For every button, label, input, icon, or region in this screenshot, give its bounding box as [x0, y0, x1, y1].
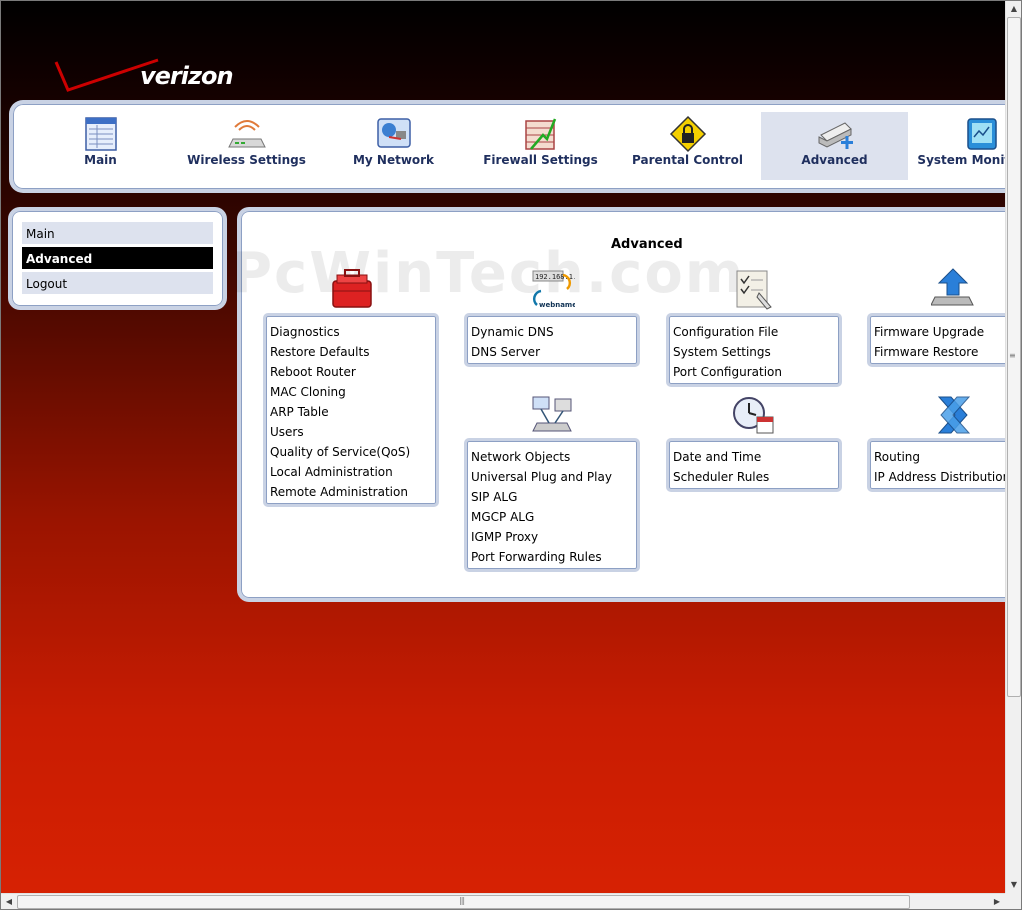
link-sip-alg[interactable]: SIP ALG: [471, 487, 633, 507]
nav-advanced[interactable]: Advanced: [761, 112, 908, 180]
link-port-configuration[interactable]: Port Configuration: [673, 362, 835, 382]
link-local-administration[interactable]: Local Administration: [270, 462, 432, 482]
page-title: Advanced: [611, 237, 683, 252]
firewall-icon: [524, 118, 556, 150]
link-remote-administration[interactable]: Remote Administration: [270, 482, 432, 502]
nav-main-label: Main: [84, 153, 117, 167]
link-arp-table[interactable]: ARP Table: [270, 402, 432, 422]
horizontal-grip-icon: |||: [459, 896, 465, 905]
firmware-upgrade-icon: [931, 268, 974, 306]
link-date-and-time[interactable]: Date and Time: [673, 447, 835, 467]
dns-icon-webname: webname: [539, 301, 575, 309]
nav-main[interactable]: Main: [27, 112, 174, 180]
group-maintenance: Diagnostics Restore Defaults Reboot Rout…: [263, 313, 439, 507]
link-firmware-restore[interactable]: Firmware Restore: [874, 342, 1022, 362]
link-ip-address-distribution[interactable]: IP Address Distribution: [874, 467, 1022, 487]
brand-name: verizon: [140, 62, 234, 90]
main-table-icon: [84, 117, 117, 151]
link-qos[interactable]: Quality of Service(QoS): [270, 442, 432, 462]
system-monitor-icon: [966, 118, 997, 150]
sidebar-item-advanced[interactable]: Advanced: [22, 247, 213, 269]
routing-icon: [937, 396, 971, 434]
dynamic-dns-icon: 192.168.1.1 webname: [532, 270, 575, 309]
date-time-clock-icon: [733, 397, 774, 434]
link-diagnostics[interactable]: Diagnostics: [270, 322, 432, 342]
link-system-settings[interactable]: System Settings: [673, 342, 835, 362]
network-objects-icon: [532, 396, 572, 432]
top-navigation: Main Wireless Settings My Network Firewa…: [9, 100, 1022, 193]
advanced-scanner-icon: [818, 122, 853, 149]
link-dns-server[interactable]: DNS Server: [471, 342, 633, 362]
group-dns: Dynamic DNS DNS Server: [464, 313, 640, 367]
nav-firewall-settings[interactable]: Firewall Settings: [467, 112, 614, 180]
advanced-panel: PcWinTech.com Advanced Diagnostics Resto…: [231, 207, 1022, 602]
link-configuration-file[interactable]: Configuration File: [673, 322, 835, 342]
vertical-scrollbar[interactable]: ▲ ≡ ▼: [1005, 1, 1021, 893]
link-scheduler-rules[interactable]: Scheduler Rules: [673, 467, 835, 487]
link-mgcp-alg[interactable]: MGCP ALG: [471, 507, 633, 527]
toolbox-icon: [332, 269, 372, 308]
group-routing: Routing IP Address Distribution: [867, 438, 1022, 492]
nav-firewall-label: Firewall Settings: [483, 153, 598, 167]
link-network-objects[interactable]: Network Objects: [471, 447, 633, 467]
group-date-time: Date and Time Scheduler Rules: [666, 438, 842, 492]
horizontal-scrollbar[interactable]: ◀ ||| ▶: [1, 893, 1005, 909]
scroll-down-arrow-icon[interactable]: ▼: [1006, 877, 1022, 893]
link-routing[interactable]: Routing: [874, 447, 1022, 467]
group-network: Network Objects Universal Plug and Play …: [464, 438, 640, 572]
nav-parental-control[interactable]: Parental Control: [614, 112, 761, 180]
sidebar-item-logout[interactable]: Logout: [22, 272, 213, 294]
scroll-up-arrow-icon[interactable]: ▲: [1006, 1, 1022, 17]
group-firmware: Firmware Upgrade Firmware Restore: [867, 313, 1022, 367]
nav-wireless-settings[interactable]: Wireless Settings: [173, 112, 320, 180]
nav-my-network-label: My Network: [352, 153, 435, 167]
link-restore-defaults[interactable]: Restore Defaults: [270, 342, 432, 362]
link-port-forwarding-rules[interactable]: Port Forwarding Rules: [471, 547, 633, 567]
sidebar-item-main[interactable]: Main: [22, 222, 213, 244]
nav-wireless-label: Wireless Settings: [187, 153, 306, 167]
nav-my-network[interactable]: My Network: [320, 112, 467, 180]
nav-parental-label: Parental Control: [632, 153, 743, 167]
verizon-logo: verizon: [54, 56, 238, 96]
link-igmp-proxy[interactable]: IGMP Proxy: [471, 527, 633, 547]
group-configuration: Configuration File System Settings Port …: [666, 313, 842, 387]
parental-lock-icon: [669, 115, 706, 153]
sidebar-menu: Main Advanced Logout: [8, 207, 227, 310]
configuration-file-icon: [736, 270, 772, 310]
my-network-icon: [376, 118, 411, 148]
link-reboot-router[interactable]: Reboot Router: [270, 362, 432, 382]
link-upnp[interactable]: Universal Plug and Play: [471, 467, 633, 487]
nav-advanced-label: Advanced: [801, 153, 868, 167]
link-mac-cloning[interactable]: MAC Cloning: [270, 382, 432, 402]
link-users[interactable]: Users: [270, 422, 432, 442]
scroll-left-arrow-icon[interactable]: ◀: [1, 894, 17, 910]
link-firmware-upgrade[interactable]: Firmware Upgrade: [874, 322, 1022, 342]
scroll-right-arrow-icon[interactable]: ▶: [989, 894, 1005, 910]
vertical-grip-icon: ≡: [1009, 351, 1016, 360]
wireless-router-icon: [227, 120, 266, 148]
link-dynamic-dns[interactable]: Dynamic DNS: [471, 322, 633, 342]
scrollbar-corner: [1005, 893, 1021, 909]
